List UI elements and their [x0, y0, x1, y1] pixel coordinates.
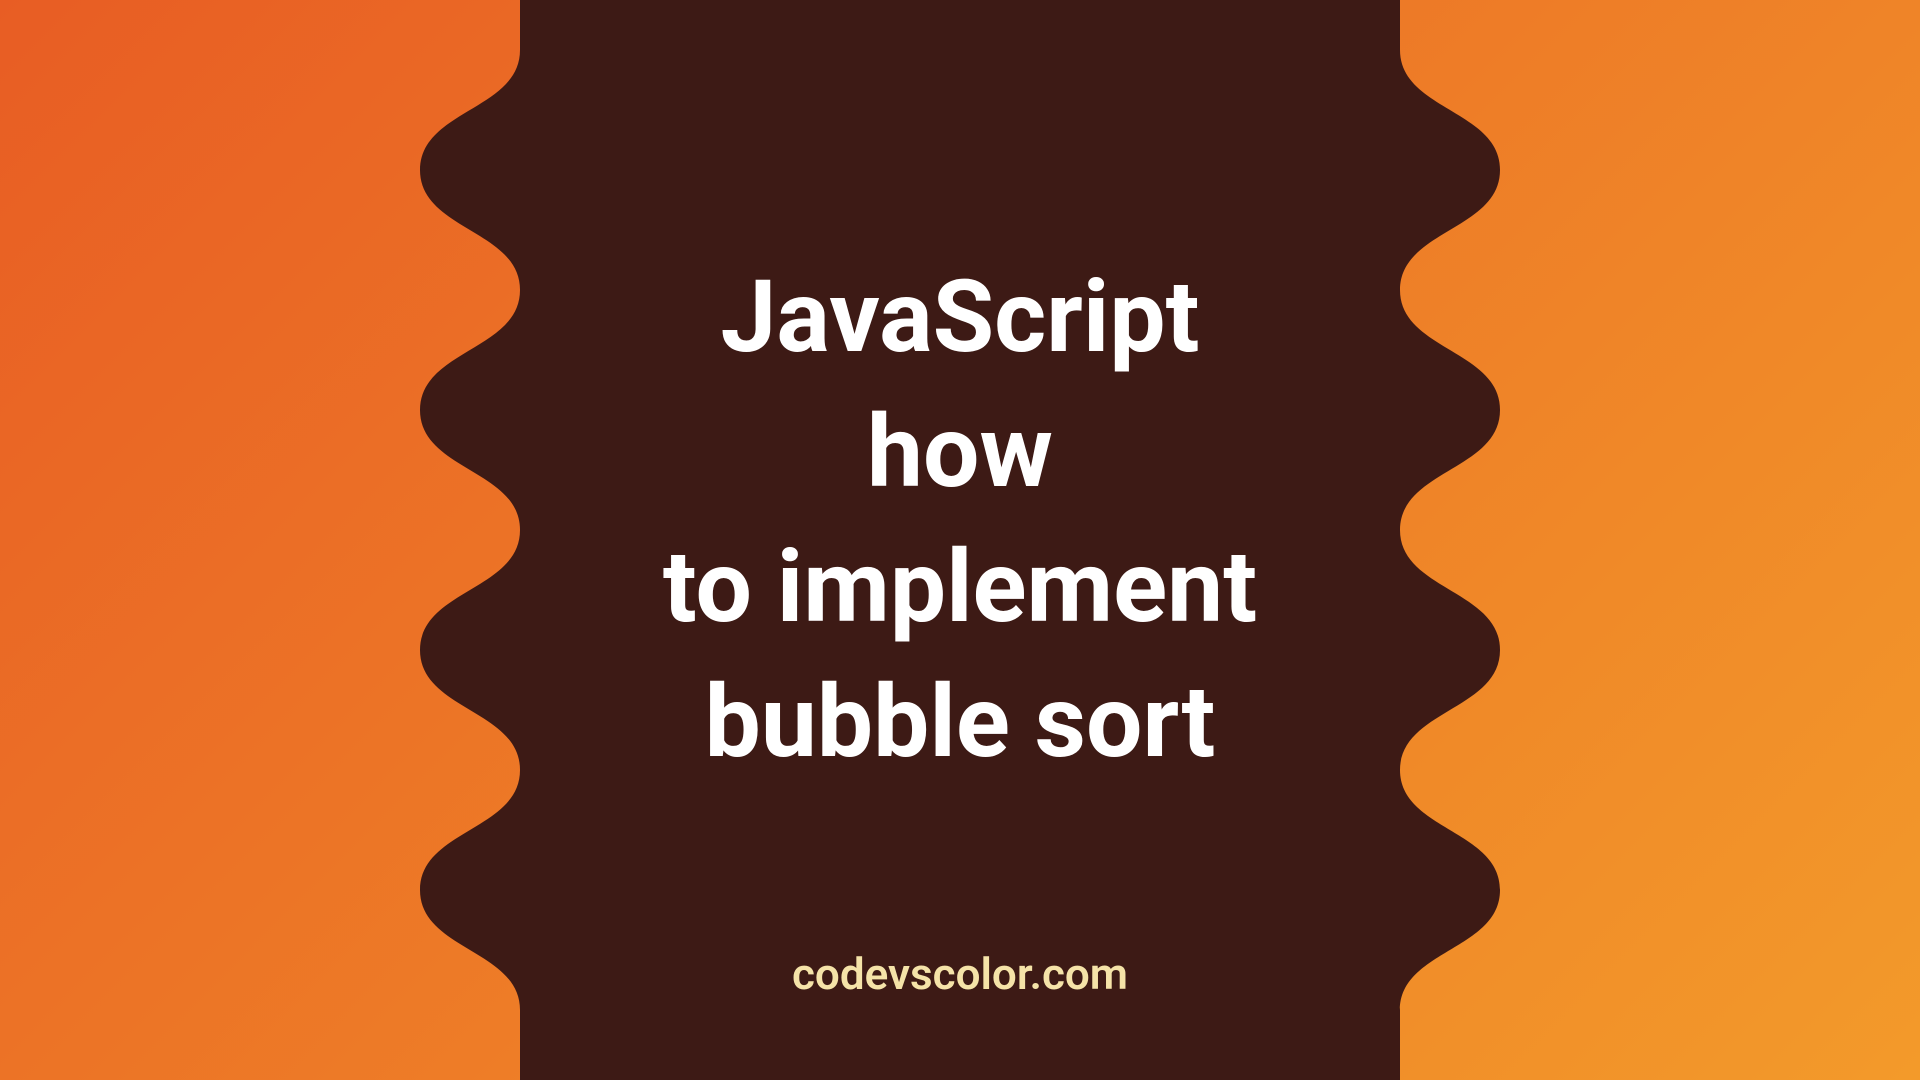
content-area: JavaScript how to implement bubble sort	[0, 0, 1920, 1080]
main-title: JavaScript how to implement bubble sort	[663, 250, 1257, 790]
title-line-4: bubble sort	[663, 655, 1257, 790]
title-line-3: to implement	[663, 520, 1257, 655]
title-line-1: JavaScript	[663, 250, 1257, 385]
title-line-2: how	[663, 385, 1257, 520]
credit-text: codevscolor.com	[0, 948, 1920, 1000]
